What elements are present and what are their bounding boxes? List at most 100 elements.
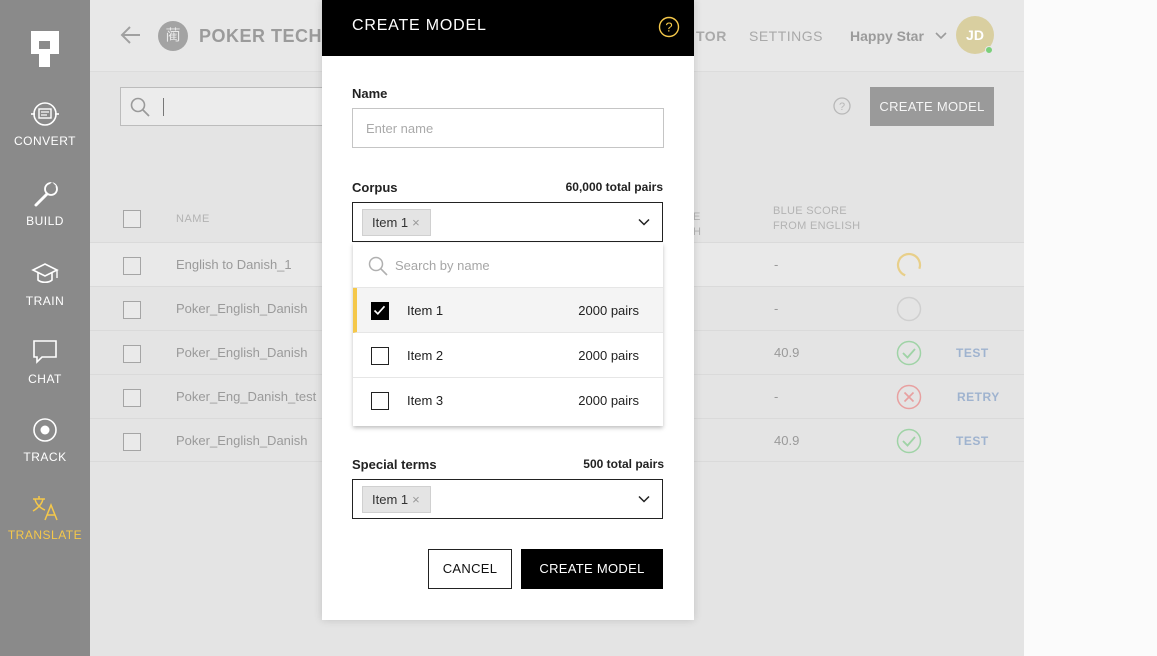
chip-label: Item 1 <box>372 492 409 507</box>
blue-score: 40.9 <box>774 345 800 360</box>
create-model-dialog: CREATE MODEL ? Name Corpus 60,000 total … <box>322 0 694 620</box>
option-label: Item 3 <box>407 393 444 408</box>
row-checkbox[interactable] <box>123 433 141 451</box>
special-terms-select[interactable]: Item 1 × <box>352 479 663 519</box>
column-header-line: FROM ENGLISH <box>773 220 861 232</box>
option-checkbox[interactable] <box>371 392 389 410</box>
row-checkbox[interactable] <box>123 301 141 319</box>
right-margin <box>1024 0 1157 656</box>
chevron-down-icon[interactable] <box>638 217 650 227</box>
error-x-icon <box>896 384 922 410</box>
select-all-checkbox[interactable] <box>123 210 141 228</box>
wrench-icon <box>34 181 58 207</box>
help-icon[interactable]: ? <box>658 16 680 38</box>
option-label: Item 2 <box>407 348 444 363</box>
search-placeholder: Search by name <box>395 258 490 273</box>
corpus-total: 60,000 total pairs <box>565 180 663 194</box>
corpus-label: Corpus <box>352 180 398 195</box>
column-header-score-to: E H <box>693 211 702 238</box>
selected-chip: Item 1 × <box>362 209 431 236</box>
translate-icon <box>32 496 58 521</box>
tab-settings[interactable]: SETTINGS <box>749 28 823 44</box>
convert-icon <box>31 102 59 126</box>
blue-score: - <box>774 389 779 404</box>
target-icon <box>33 418 57 442</box>
model-name: Poker_English_Danish <box>176 301 308 316</box>
chevron-down-icon[interactable] <box>935 31 947 41</box>
option-checkbox[interactable] <box>371 347 389 365</box>
retry-link[interactable]: RETRY <box>957 390 1000 404</box>
user-name[interactable]: Happy Star <box>850 28 924 44</box>
model-name: Poker_English_Danish <box>176 345 308 360</box>
column-header-blue-score[interactable]: BLUE SCORE FROM ENGLISH <box>773 204 860 234</box>
test-link[interactable]: TEST <box>956 346 989 360</box>
row-checkbox[interactable] <box>123 345 141 363</box>
blue-score: 40.9 <box>774 433 800 448</box>
blue-score: - <box>774 257 779 272</box>
chat-bubble-icon <box>33 340 57 364</box>
create-model-submit-button[interactable]: CREATE MODEL <box>521 549 663 589</box>
svg-text:?: ? <box>665 20 672 35</box>
help-icon[interactable]: ? <box>833 97 851 115</box>
search-icon <box>130 97 150 117</box>
app-logo <box>31 31 59 67</box>
option-pairs: 2000 pairs <box>578 393 639 408</box>
dropdown-option[interactable]: Item 3 2000 pairs <box>353 378 663 423</box>
sidebar-item-label: TRANSLATE <box>7 528 83 542</box>
remove-chip-icon[interactable]: × <box>412 492 420 507</box>
chevron-down-icon[interactable] <box>638 494 650 504</box>
svg-text:?: ? <box>839 101 845 113</box>
text-caret <box>163 98 164 116</box>
sidebar-item-label: CHAT <box>28 372 62 386</box>
test-link[interactable]: TEST <box>956 434 989 448</box>
selected-chip: Item 1 × <box>362 486 431 513</box>
dropdown-option[interactable]: Item 1 2000 pairs <box>353 288 663 333</box>
sidebar-item-convert[interactable]: CONVERT <box>0 100 90 148</box>
success-check-icon <box>896 428 922 454</box>
option-checkbox[interactable] <box>371 302 389 320</box>
dialog-header: CREATE MODEL ? <box>322 0 694 56</box>
name-field[interactable] <box>352 108 664 148</box>
option-label: Item 1 <box>407 303 444 318</box>
search-icon <box>368 256 388 276</box>
corpus-dropdown: Search by name Item 1 2000 pairs Item 2 … <box>353 243 663 426</box>
checkmark-icon <box>373 305 386 316</box>
search-input[interactable] <box>120 87 340 126</box>
dropdown-search-input[interactable]: Search by name <box>353 243 663 288</box>
dropdown-option[interactable]: Item 2 2000 pairs <box>353 333 663 378</box>
create-model-button[interactable]: CREATE MODEL <box>870 87 994 126</box>
column-header-name[interactable]: NAME <box>176 213 210 225</box>
blue-score: - <box>774 301 779 316</box>
special-terms-label: Special terms <box>352 457 437 472</box>
corpus-select[interactable]: Item 1 × <box>352 202 663 242</box>
row-checkbox[interactable] <box>123 389 141 407</box>
sidebar: CONVERT BUILD TRAIN CHAT TRACK TRANSLATE <box>0 0 90 656</box>
chip-label: Item 1 <box>372 215 409 230</box>
model-name: Poker_English_Danish <box>176 433 308 448</box>
column-header-line: BLUE SCORE <box>773 205 847 217</box>
loading-spinner-icon <box>896 252 922 277</box>
sidebar-item-train[interactable]: TRAIN <box>0 260 90 308</box>
option-pairs: 2000 pairs <box>578 303 639 318</box>
success-check-icon <box>896 340 922 366</box>
sidebar-item-chat[interactable]: CHAT <box>0 338 90 386</box>
row-checkbox[interactable] <box>123 257 141 275</box>
model-name: English to Danish_1 <box>176 257 292 272</box>
dialog-title: CREATE MODEL <box>352 17 487 34</box>
sidebar-item-label: BUILD <box>26 214 64 228</box>
back-arrow-icon[interactable] <box>120 24 142 46</box>
sidebar-item-label: CONVERT <box>14 134 76 148</box>
app-window: CONVERT BUILD TRAIN CHAT TRACK TRANSLATE… <box>0 0 1157 656</box>
graduation-cap-icon <box>31 263 59 284</box>
pending-circle-icon <box>896 296 922 322</box>
tab-translator[interactable]: TOR <box>696 28 727 44</box>
sidebar-item-track[interactable]: TRACK <box>0 416 90 464</box>
online-status-dot <box>985 46 993 54</box>
sidebar-item-translate[interactable]: TRANSLATE <box>0 494 90 542</box>
name-label: Name <box>352 86 388 101</box>
special-terms-total: 500 total pairs <box>583 457 664 471</box>
sidebar-item-build[interactable]: BUILD <box>0 180 90 228</box>
cancel-button[interactable]: CANCEL <box>428 549 512 589</box>
remove-chip-icon[interactable]: × <box>412 215 420 230</box>
project-name: POKER TECH <box>199 26 323 46</box>
